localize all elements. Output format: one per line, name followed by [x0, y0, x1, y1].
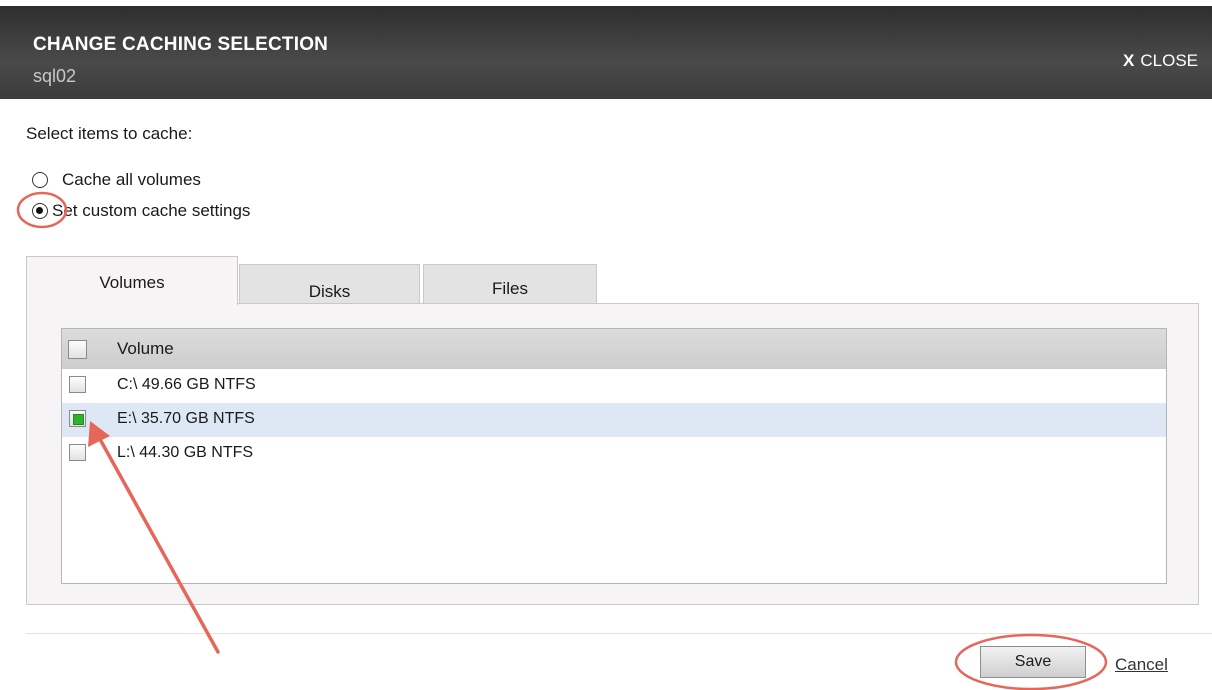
tab-files[interactable]: Files	[423, 264, 597, 304]
cancel-link[interactable]: Cancel	[1115, 655, 1168, 675]
volume-checkbox-c[interactable]	[69, 376, 86, 393]
volume-column-header[interactable]: Volume	[117, 339, 174, 359]
footer-divider	[26, 633, 1212, 634]
volume-label-e: E:\ 35.70 GB NTFS	[117, 410, 255, 427]
table-row[interactable]: L:\ 44.30 GB NTFS	[62, 437, 1166, 471]
tab-files-label: Files	[492, 279, 528, 298]
tab-volumes[interactable]: Volumes	[26, 256, 238, 305]
dialog-header: CHANGE CACHING SELECTION sql02 X CLOSE	[0, 0, 1212, 99]
grid-header: Volume	[62, 329, 1166, 369]
custom-cache-settings-label: Set custom cache settings	[52, 201, 251, 220]
table-row[interactable]: E:\ 35.70 GB NTFS	[62, 403, 1166, 437]
custom-cache-settings-option[interactable]: Set custom cache settings	[32, 201, 250, 221]
volume-label-l: L:\ 44.30 GB NTFS	[117, 444, 254, 461]
close-button[interactable]: X CLOSE	[1123, 51, 1198, 71]
tab-disks-label: Disks	[308, 282, 351, 301]
server-name: sql02	[33, 66, 77, 86]
volume-label-c: C:\ 49.66 GB NTFS	[117, 376, 256, 393]
dialog-title: CHANGE CACHING SELECTION	[33, 34, 329, 55]
tab-volumes-label: Volumes	[99, 273, 165, 292]
cache-all-volumes-option[interactable]: Cache all volumes	[32, 170, 201, 190]
tab-disks[interactable]: Disks	[239, 264, 420, 304]
table-row[interactable]: C:\ 49.66 GB NTFS	[62, 369, 1166, 403]
select-items-prompt: Select items to cache:	[26, 124, 193, 143]
volume-checkbox-l[interactable]	[69, 444, 86, 461]
cache-all-volumes-label: Cache all volumes	[62, 170, 201, 189]
volumes-grid: Volume C:\ 49.66 GB NTFS E:\ 35.70 GB NT…	[61, 328, 1167, 584]
save-button[interactable]: Save	[980, 646, 1086, 678]
volumes-panel: Volume C:\ 49.66 GB NTFS E:\ 35.70 GB NT…	[26, 303, 1199, 605]
volume-checkbox-e[interactable]	[69, 410, 86, 427]
close-label: CLOSE	[1140, 51, 1198, 70]
cache-all-volumes-radio[interactable]	[32, 172, 48, 188]
custom-cache-settings-radio[interactable]	[32, 203, 48, 219]
close-icon: X	[1123, 51, 1135, 70]
select-all-checkbox[interactable]	[68, 340, 87, 359]
